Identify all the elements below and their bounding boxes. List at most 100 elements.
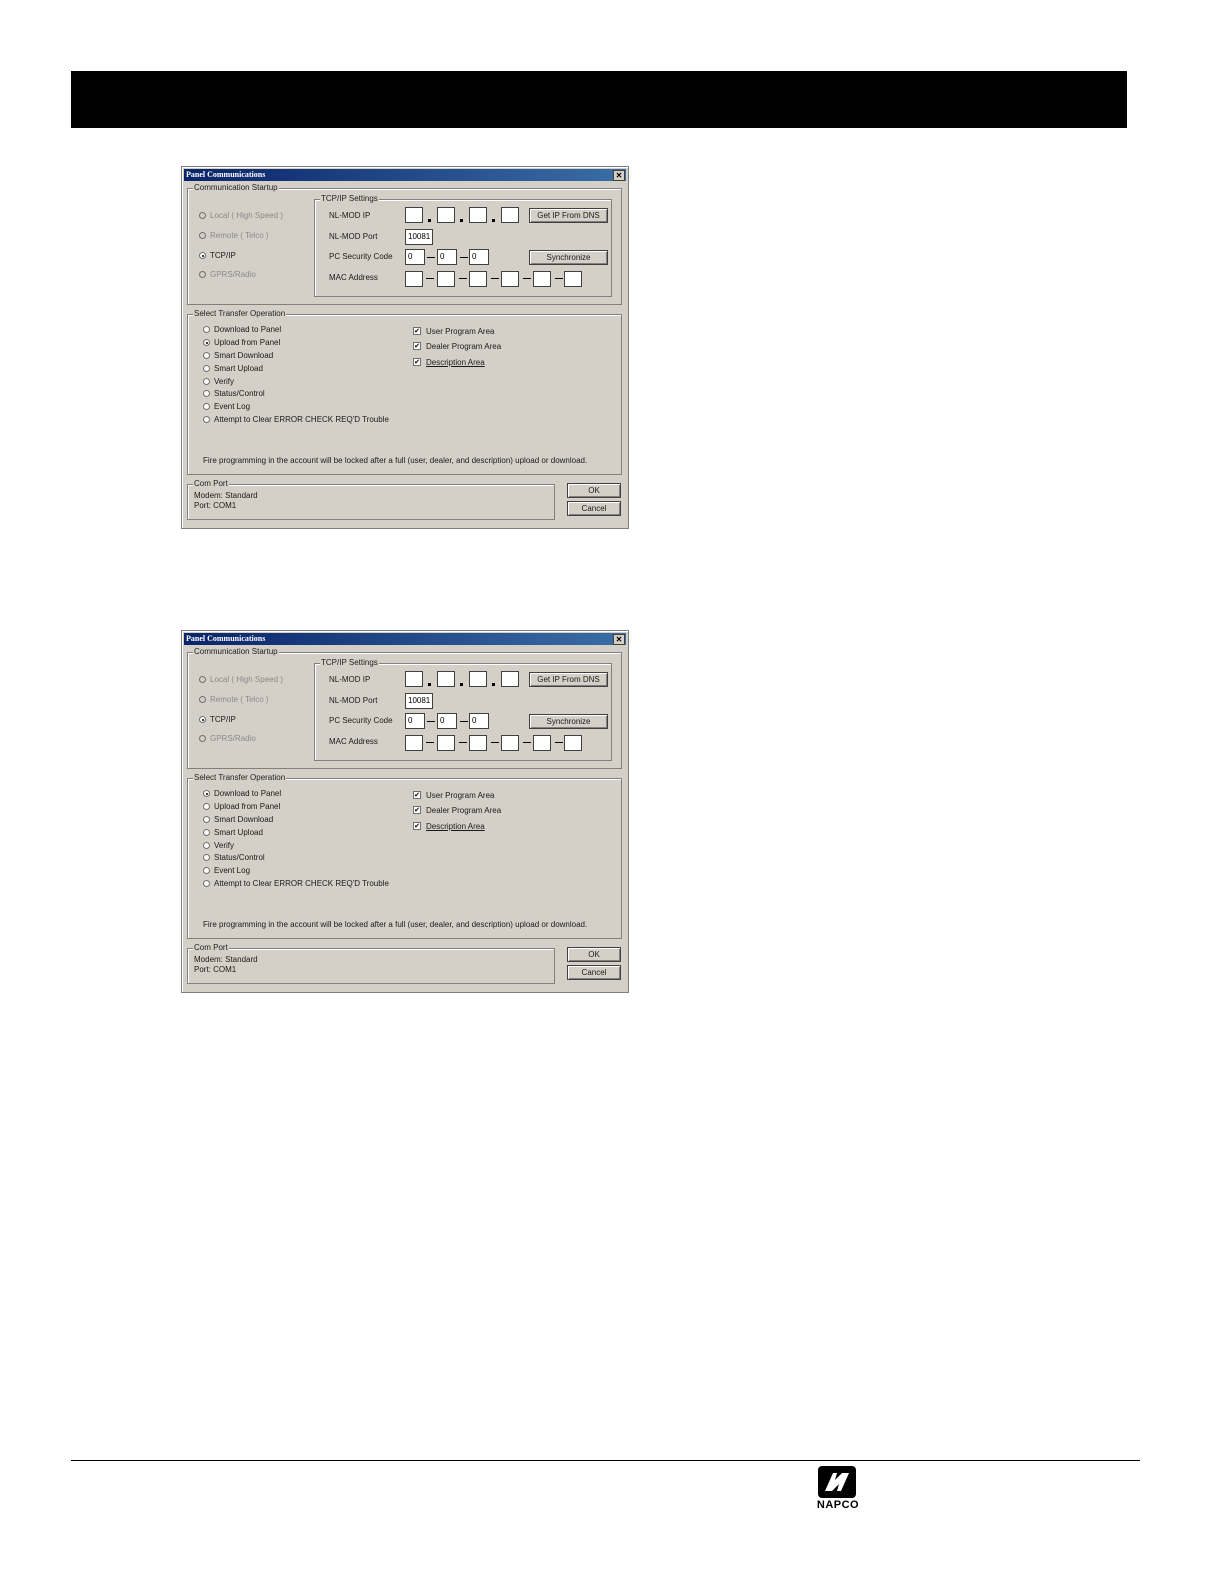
tcpip-settings-label: TCP/IP Settings: [320, 194, 379, 204]
radio-gprs[interactable]: [199, 735, 206, 742]
ip-octet-4[interactable]: [501, 671, 519, 687]
transfer-option-radio[interactable]: [203, 854, 210, 861]
radio-gprs-label: GPRS/Radio: [210, 270, 256, 279]
transfer-option-label: Smart Upload: [214, 364, 263, 373]
footer-rule: [71, 1460, 1140, 1461]
transfer-option-radio[interactable]: [203, 842, 210, 849]
description-area-checkbox[interactable]: [413, 358, 421, 366]
transfer-option-radio[interactable]: [203, 403, 210, 410]
get-ip-from-dns-button[interactable]: Get IP From DNS: [529, 208, 608, 223]
transfer-option-label: Verify: [214, 377, 235, 386]
mac-field-6[interactable]: [564, 735, 582, 751]
transfer-option-label: Status/Control: [214, 389, 265, 398]
security-dash: [427, 721, 435, 722]
transfer-option-radio[interactable]: [203, 352, 210, 359]
pc-security-code-label: PC Security Code: [329, 716, 393, 725]
security-code-1[interactable]: 0: [405, 249, 425, 265]
transfer-option-label: Upload from Panel: [214, 338, 281, 347]
security-code-3[interactable]: 0: [469, 713, 489, 729]
transfer-option-radio[interactable]: [203, 880, 210, 887]
transfer-option-radio[interactable]: [203, 326, 210, 333]
mac-field-5[interactable]: [533, 271, 551, 287]
mac-field-1[interactable]: [405, 735, 423, 751]
mac-dash: [459, 742, 467, 743]
mac-address-label: MAC Address: [329, 273, 378, 282]
mac-field-3[interactable]: [469, 735, 487, 751]
mac-field-1[interactable]: [405, 271, 423, 287]
radio-tcpip[interactable]: [199, 716, 206, 723]
security-code-1[interactable]: 0: [405, 713, 425, 729]
radio-remote[interactable]: [199, 232, 206, 239]
mac-field-6[interactable]: [564, 271, 582, 287]
get-ip-from-dns-button[interactable]: Get IP From DNS: [529, 672, 608, 687]
transfer-option-radio[interactable]: [203, 390, 210, 397]
transfer-option-radio[interactable]: [203, 416, 210, 423]
radio-gprs[interactable]: [199, 271, 206, 278]
user-program-area-checkbox[interactable]: [413, 791, 421, 799]
security-code-2[interactable]: 0: [437, 713, 457, 729]
ok-button[interactable]: OK: [567, 483, 621, 498]
synchronize-button[interactable]: Synchronize: [529, 250, 608, 265]
ip-octet-2[interactable]: [437, 207, 455, 223]
security-code-3[interactable]: 0: [469, 249, 489, 265]
transfer-option-radio[interactable]: [203, 790, 210, 797]
panel-communications-dialog-upload: Panel Communications ✕ Communication Sta…: [181, 166, 629, 529]
transfer-option-label: Smart Download: [214, 815, 274, 824]
panel-communications-dialog-download: Panel Communications ✕ Communication Sta…: [181, 630, 629, 993]
nl-mod-port-input[interactable]: 10081: [405, 693, 433, 709]
transfer-option-label: Event Log: [214, 866, 251, 875]
dialog-title: Panel Communications: [186, 634, 266, 643]
ip-octet-3[interactable]: [469, 671, 487, 687]
transfer-option-radio[interactable]: [203, 816, 210, 823]
napco-logo-icon: [818, 1466, 856, 1498]
ip-octet-1[interactable]: [405, 671, 423, 687]
com-port-label: Com Port: [193, 943, 229, 953]
description-area-checkbox[interactable]: [413, 822, 421, 830]
nl-mod-port-input[interactable]: 10081: [405, 229, 433, 245]
dealer-program-area-checkbox[interactable]: [413, 806, 421, 814]
mac-field-3[interactable]: [469, 271, 487, 287]
ip-octet-3[interactable]: [469, 207, 487, 223]
transfer-option-radio[interactable]: [203, 829, 210, 836]
transfer-option-label: Download to Panel: [214, 789, 282, 798]
transfer-option-radio[interactable]: [203, 365, 210, 372]
mac-field-2[interactable]: [437, 735, 455, 751]
port-text: Port: COM1: [194, 965, 237, 974]
transfer-option-label: Attempt to Clear ERROR CHECK REQ'D Troub…: [214, 879, 389, 888]
ip-octet-2[interactable]: [437, 671, 455, 687]
fire-programming-note: Fire programming in the account will be …: [203, 920, 588, 929]
transfer-option-label: Download to Panel: [214, 325, 282, 334]
synchronize-button[interactable]: Synchronize: [529, 714, 608, 729]
description-area-label: Description Area: [426, 822, 485, 831]
radio-gprs-label: GPRS/Radio: [210, 734, 256, 743]
transfer-option-radio[interactable]: [203, 867, 210, 874]
mac-field-2[interactable]: [437, 271, 455, 287]
close-button[interactable]: ✕: [613, 634, 625, 645]
radio-local[interactable]: [199, 212, 206, 219]
mac-field-4[interactable]: [501, 735, 519, 751]
port-text: Port: COM1: [194, 501, 237, 510]
radio-local[interactable]: [199, 676, 206, 683]
ok-button[interactable]: OK: [567, 947, 621, 962]
nl-mod-ip-label: NL-MOD IP: [329, 675, 371, 684]
ip-octet-1[interactable]: [405, 207, 423, 223]
transfer-option-radio[interactable]: [203, 339, 210, 346]
cancel-button[interactable]: Cancel: [567, 501, 621, 516]
user-program-area-checkbox[interactable]: [413, 327, 421, 335]
transfer-option-radio[interactable]: [203, 378, 210, 385]
security-dash: [460, 257, 468, 258]
radio-remote[interactable]: [199, 696, 206, 703]
mac-field-4[interactable]: [501, 271, 519, 287]
security-code-2[interactable]: 0: [437, 249, 457, 265]
transfer-option-radio[interactable]: [203, 803, 210, 810]
nl-mod-port-label: NL-MOD Port: [329, 696, 378, 705]
ip-dot: [460, 683, 463, 686]
cancel-button[interactable]: Cancel: [567, 965, 621, 980]
mac-field-5[interactable]: [533, 735, 551, 751]
dealer-program-area-checkbox[interactable]: [413, 342, 421, 350]
radio-tcpip[interactable]: [199, 252, 206, 259]
close-button[interactable]: ✕: [613, 170, 625, 181]
mac-dash: [459, 278, 467, 279]
ip-octet-4[interactable]: [501, 207, 519, 223]
napco-logo: NAPCO: [808, 1466, 868, 1516]
